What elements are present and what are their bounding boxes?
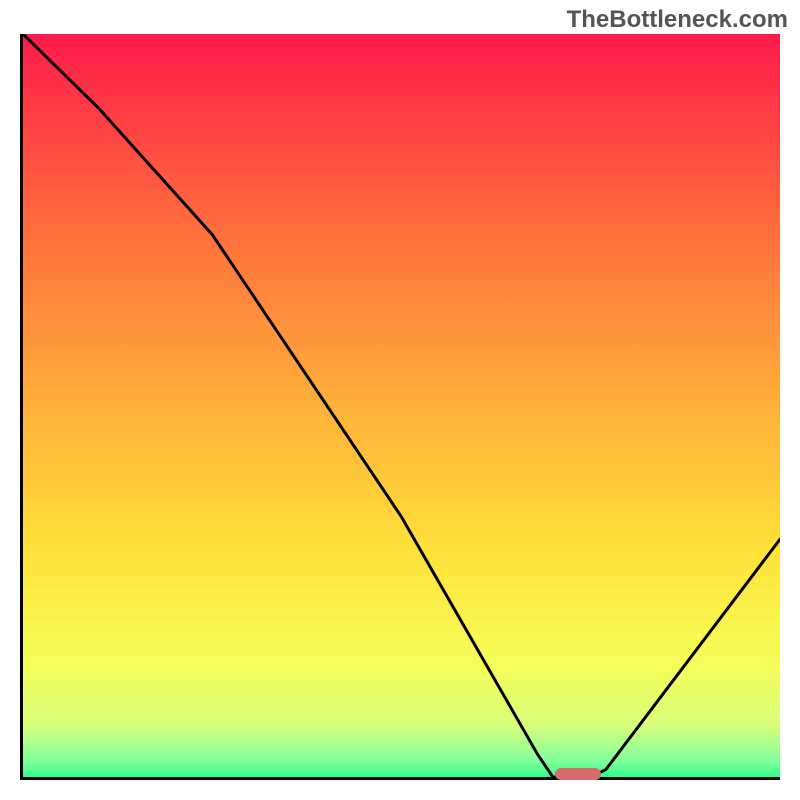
- bottleneck-curve: [23, 34, 780, 777]
- optimal-marker: [555, 768, 601, 780]
- chart-container: TheBottleneck.com: [0, 0, 800, 800]
- watermark-text: TheBottleneck.com: [567, 6, 788, 34]
- plot-area: [20, 34, 780, 780]
